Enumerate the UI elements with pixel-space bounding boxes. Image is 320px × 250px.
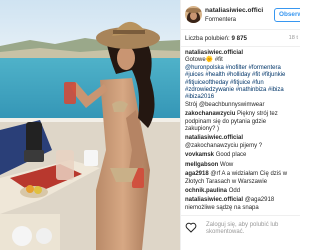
heart-icon[interactable] bbox=[185, 222, 197, 233]
caption-line[interactable]: #juices #health #holliday #fit #fitjunki… bbox=[185, 72, 296, 79]
comment-text: @zakochanawzyciu pijemy ? bbox=[185, 142, 263, 149]
post-sidebar: nataliasiwiec.offici Formentera Obserw L… bbox=[180, 0, 300, 250]
caption-author[interactable]: nataliasiwiec.official bbox=[185, 50, 243, 56]
comment-author[interactable]: vovkamsk bbox=[185, 152, 214, 158]
comment-item: mellgabson Wow bbox=[185, 162, 296, 169]
comment-author[interactable]: nataliasiwiec.official bbox=[185, 135, 243, 141]
comment-author[interactable]: nataliasiwiec.official bbox=[185, 197, 243, 203]
comment-text: Odd bbox=[228, 187, 241, 194]
post-photo bbox=[0, 0, 180, 250]
post-caption: nataliasiwiec.official Gotowe🌞 #fit @hur… bbox=[185, 50, 296, 109]
avatar[interactable] bbox=[185, 6, 202, 23]
likes-count[interactable]: Liczba polubień: 9 875 bbox=[185, 35, 247, 42]
comment-author[interactable]: zakochanawzyciu bbox=[185, 111, 235, 117]
login-to-comment-text[interactable]: Zaloguj się, aby polubić lub skomentować… bbox=[206, 222, 298, 236]
comment-text: Good place bbox=[215, 152, 247, 159]
caption-line: Strój @beachbunnyswimwear bbox=[185, 101, 265, 108]
comment-author[interactable]: aga2918 bbox=[185, 171, 209, 177]
comment-author[interactable]: ochnik.paulina bbox=[185, 188, 227, 194]
comment-item: zakochanawzyciu Piękny strój tez podpina… bbox=[185, 111, 296, 133]
caption-line[interactable]: #ibiza2016 bbox=[185, 94, 296, 101]
comment-item: nataliasiwiec.official @zakochanawzyciu … bbox=[185, 135, 296, 150]
comment-item: nataliasiwiec.official @aga2918 niemożli… bbox=[185, 197, 296, 212]
caption-line: Gotowe🌞 #fit bbox=[185, 57, 223, 64]
likes-row: Liczba polubień: 9 875 18 t bbox=[181, 30, 300, 47]
comment-composer: Zaloguj się, aby polubić lub skomentować… bbox=[181, 215, 300, 250]
caption-line[interactable]: @huronpolska #nofilter #formentera bbox=[185, 65, 296, 72]
comment-author[interactable]: mellgabson bbox=[185, 162, 218, 168]
comment-item: aga2918 @rf A a widziałam Cię dziś w Zło… bbox=[185, 171, 296, 186]
comments-list: nataliasiwiec.official Gotowe🌞 #fit @hur… bbox=[181, 47, 300, 214]
author-username[interactable]: nataliasiwiec.offici bbox=[205, 7, 263, 14]
post-header: nataliasiwiec.offici Formentera Obserw bbox=[181, 0, 300, 30]
post-age[interactable]: 18 t bbox=[289, 35, 298, 41]
comment-item: vovkamsk Good place bbox=[185, 152, 296, 159]
comment-item: ochnik.paulina Odd bbox=[185, 188, 296, 195]
caption-line[interactable]: #fitjuiceoftheday #fitjuice #fun bbox=[185, 80, 296, 87]
comment-text: Wow bbox=[220, 161, 234, 168]
follow-button[interactable]: Obserw bbox=[274, 8, 300, 22]
caption-line[interactable]: #zdrowiedzywanie #nathinbiza #ibiza bbox=[185, 87, 296, 94]
post-location[interactable]: Formentera bbox=[205, 17, 236, 23]
